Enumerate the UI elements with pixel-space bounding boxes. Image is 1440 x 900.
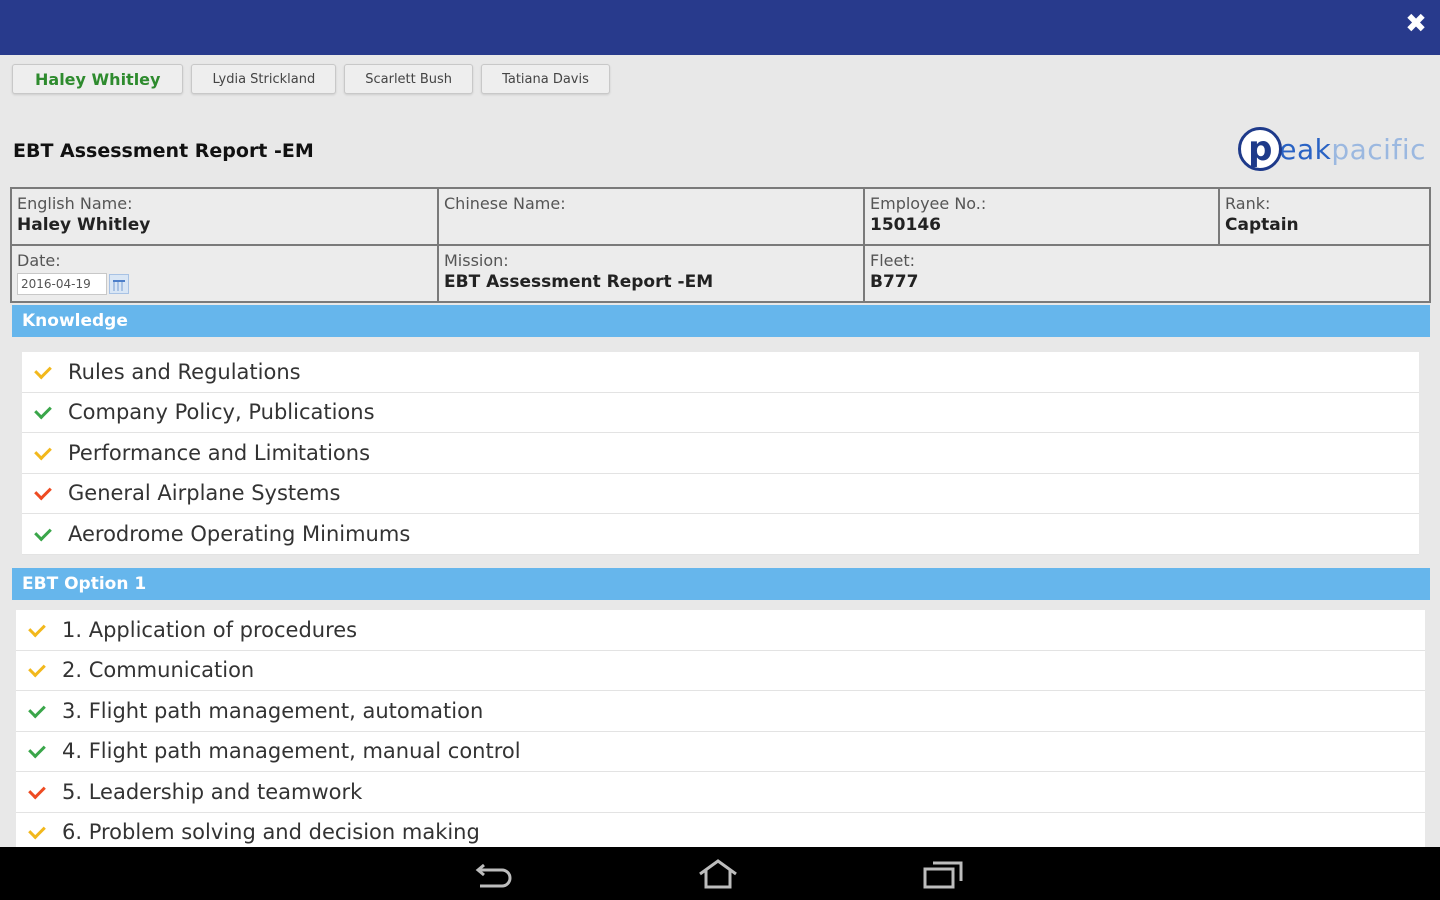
fleet-cell: Fleet: B777 (863, 244, 1431, 303)
checkmark-icon (30, 826, 48, 838)
checkmark-icon (36, 528, 54, 540)
list-item[interactable]: 4. Flight path management, manual contro… (16, 732, 1425, 772)
section-header-knowledge: Knowledge (12, 305, 1430, 337)
mission-value: EBT Assessment Report -EM (444, 272, 714, 292)
calendar-icon[interactable] (109, 274, 129, 294)
mission-cell: Mission: EBT Assessment Report -EM (437, 244, 865, 303)
list-item-label: General Airplane Systems (68, 481, 341, 506)
list-item[interactable]: General Airplane Systems (22, 474, 1419, 514)
checkmark-icon (30, 705, 48, 717)
checkmark-icon (36, 406, 54, 418)
list-item-label: 5. Leadership and teamwork (62, 779, 363, 804)
english-name-cell: English Name: Haley Whitley (10, 187, 439, 246)
logo-word-light: pacific (1331, 132, 1426, 166)
list-item[interactable]: 5. Leadership and teamwork (16, 772, 1425, 813)
checkmark-icon (30, 745, 48, 757)
peakpacific-logo: p eakpacific (1238, 122, 1426, 176)
list-item-label: 3. Flight path management, automation (62, 698, 484, 723)
android-nav-bar (0, 847, 1440, 900)
list-item[interactable]: Rules and Regulations (22, 352, 1419, 393)
checkmark-icon (36, 447, 54, 459)
checkmark-icon (30, 664, 48, 676)
checkmark-icon (30, 624, 48, 636)
logo-mark: p (1238, 127, 1283, 171)
date-label: Date: (17, 251, 61, 270)
date-input[interactable] (17, 273, 107, 295)
list-item[interactable]: Aerodrome Operating Minimums (22, 514, 1419, 555)
chinese-name-cell: Chinese Name: (437, 187, 865, 246)
back-icon[interactable] (472, 857, 516, 891)
employee-no-value: 150146 (870, 215, 941, 235)
list-item[interactable]: Performance and Limitations (22, 433, 1419, 474)
logo-word-dark: eak (1279, 132, 1332, 166)
list-item-label: 6. Problem solving and decision making (62, 820, 480, 845)
fleet-value: B777 (870, 272, 919, 292)
list-item-label: 4. Flight path management, manual contro… (62, 739, 521, 764)
list-item[interactable]: 2. Communication (16, 651, 1425, 691)
checkmark-icon (36, 366, 54, 378)
recent-apps-icon[interactable] (921, 857, 965, 891)
rank-value: Captain (1225, 215, 1299, 235)
close-icon[interactable]: ✖ (1402, 10, 1430, 38)
logo-wordmark: eakpacific (1279, 133, 1426, 166)
list-item[interactable]: 1. Application of procedures (16, 610, 1425, 651)
tab-lydia-strickland[interactable]: Lydia Strickland (191, 64, 337, 94)
list-item-label: Aerodrome Operating Minimums (68, 521, 411, 546)
home-icon[interactable] (696, 857, 740, 891)
tab-haley-whitley[interactable]: Haley Whitley (12, 64, 184, 94)
english-name-label: English Name: (17, 194, 133, 213)
date-picker (17, 273, 129, 295)
tab-scarlett-bush[interactable]: Scarlett Bush (344, 64, 474, 94)
checkmark-icon (30, 786, 48, 798)
list-item-label: Rules and Regulations (68, 359, 301, 384)
english-name-value: Haley Whitley (17, 215, 151, 235)
tab-tatiana-davis[interactable]: Tatiana Davis (481, 64, 610, 94)
list-item-label: 2. Communication (62, 658, 255, 683)
pilot-info-table: English Name: Haley Whitley Chinese Name… (10, 187, 1431, 303)
ebt-option-1-list: 1. Application of procedures 2. Communica… (16, 610, 1425, 853)
list-item-label: Company Policy, Publications (68, 400, 375, 425)
pilot-tabs: Haley Whitley Lydia Strickland Scarlett … (12, 64, 610, 94)
knowledge-list: Rules and Regulations Company Policy, Pub… (22, 352, 1419, 555)
employee-no-cell: Employee No.: 150146 (863, 187, 1220, 246)
list-item[interactable]: Company Policy, Publications (22, 393, 1419, 433)
fleet-label: Fleet: (870, 251, 915, 270)
date-cell: Date: (10, 244, 439, 303)
list-item-label: 1. Application of procedures (62, 617, 358, 642)
rank-cell: Rank: Captain (1218, 187, 1431, 246)
list-item-label: Performance and Limitations (68, 440, 371, 465)
list-item[interactable]: 3. Flight path management, automation (16, 691, 1425, 732)
chinese-name-label: Chinese Name: (444, 194, 566, 213)
rank-label: Rank: (1225, 194, 1271, 213)
section-header-ebt-option-1: EBT Option 1 (12, 568, 1430, 600)
checkmark-icon (36, 487, 54, 499)
app-header-bar: ✖ (0, 0, 1440, 55)
employee-no-label: Employee No.: (870, 194, 987, 213)
page-title: EBT Assessment Report -EM (13, 140, 314, 162)
mission-label: Mission: (444, 251, 509, 270)
